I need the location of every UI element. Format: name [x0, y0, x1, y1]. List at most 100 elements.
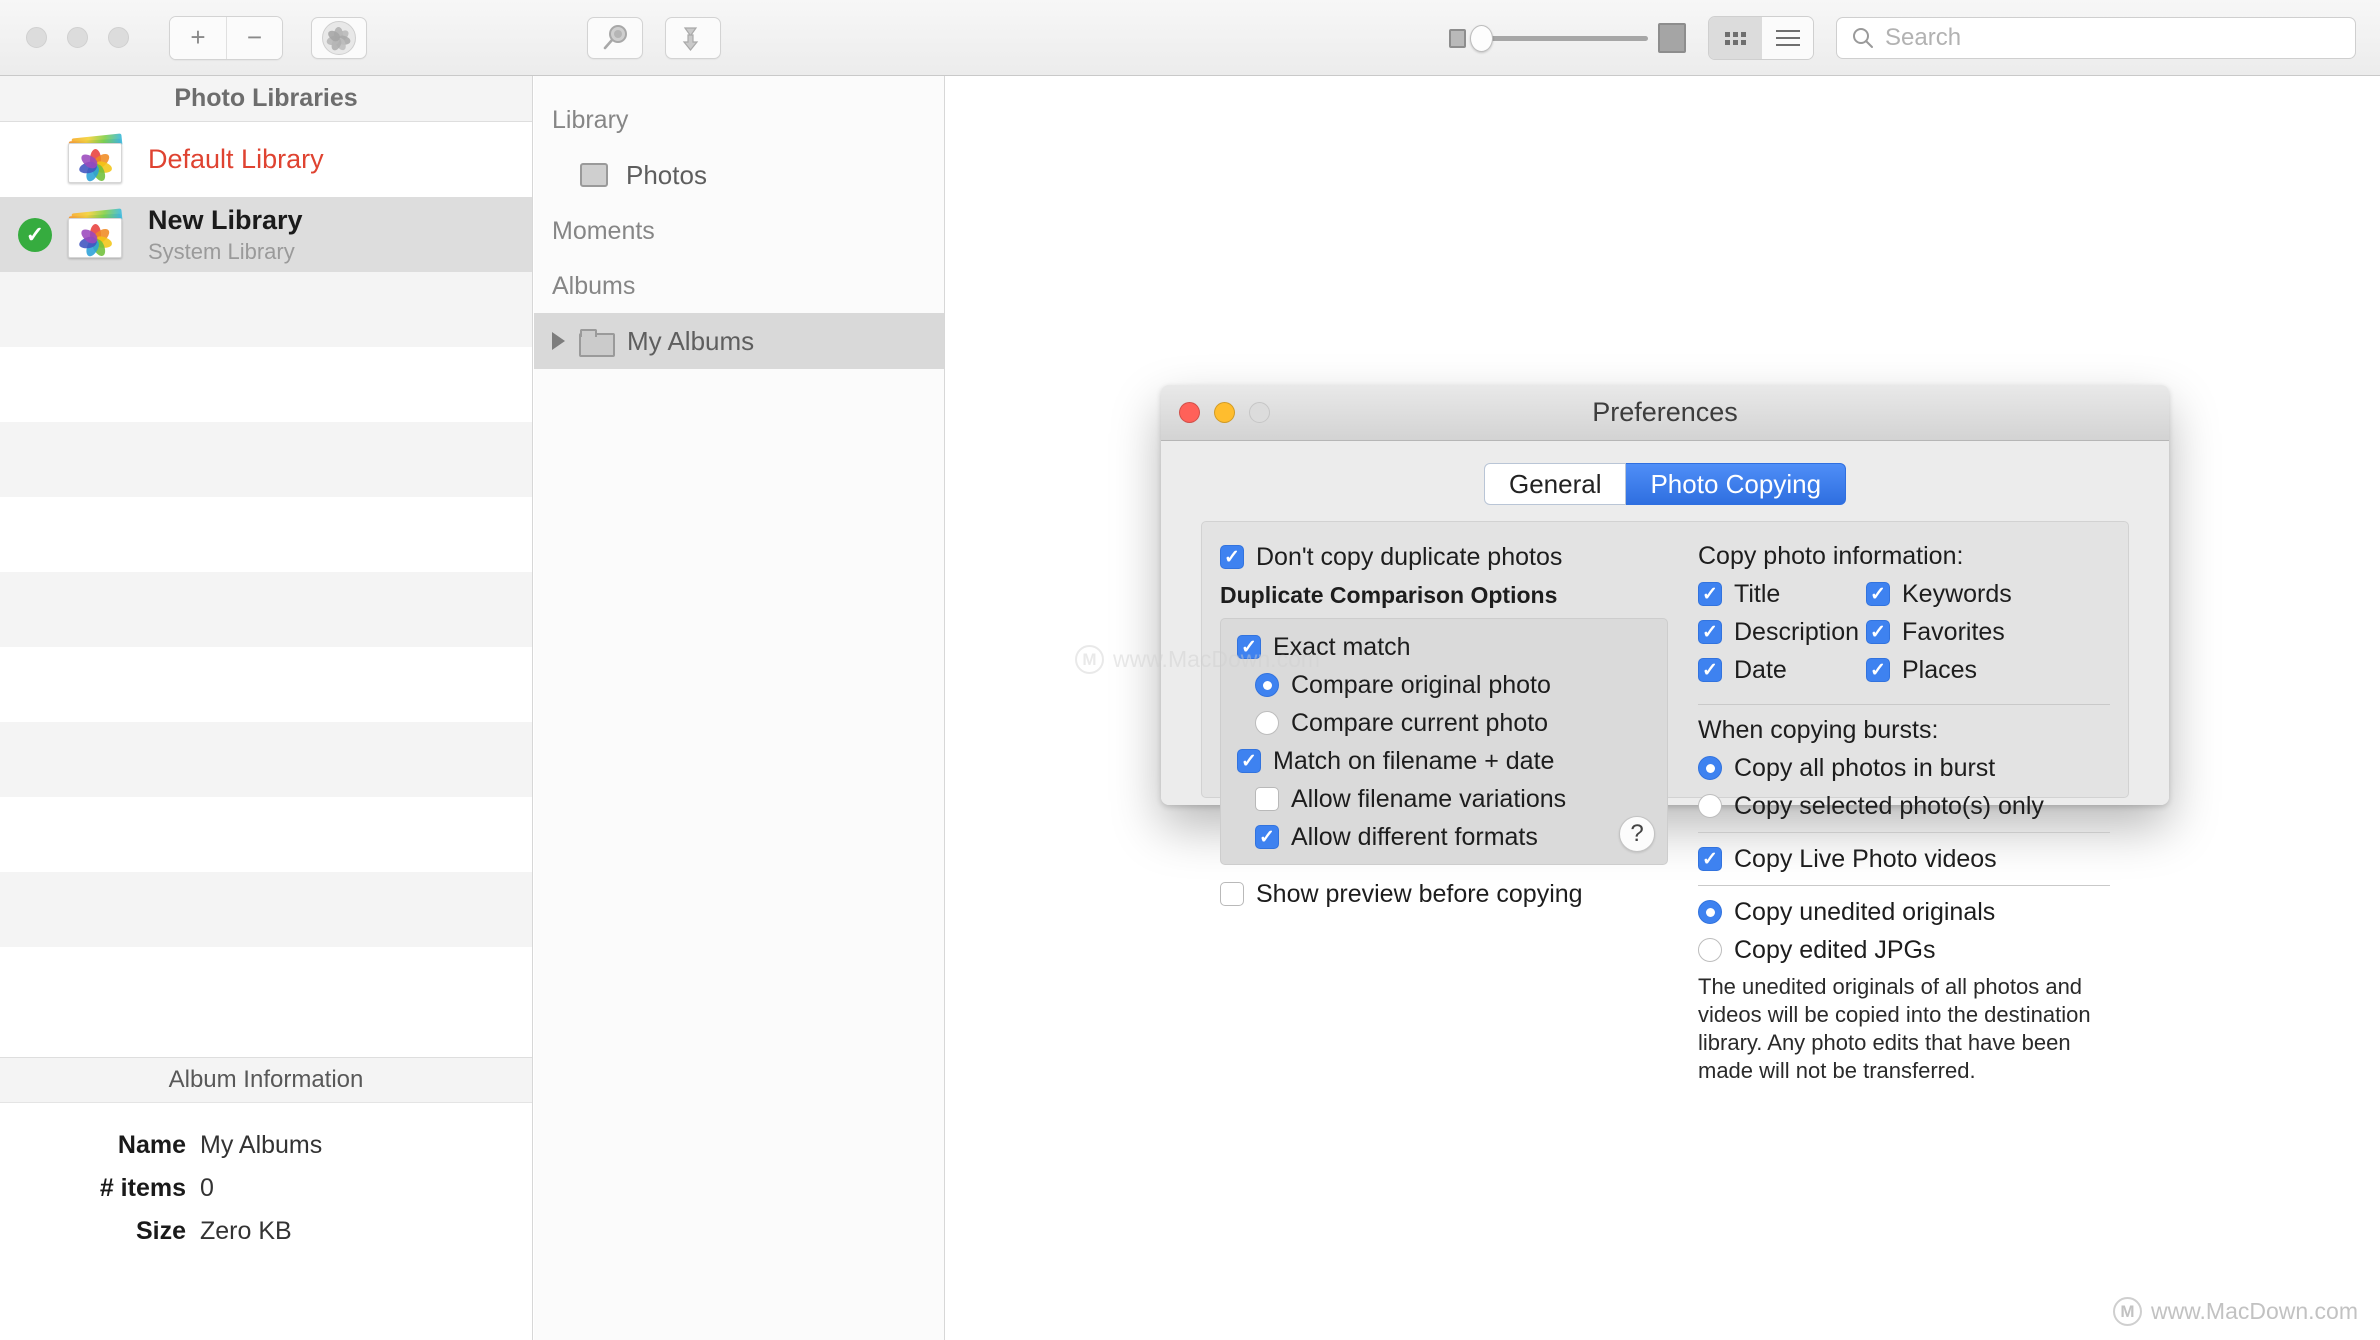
folder-icon [579, 329, 615, 357]
photo-libraries-sidebar: Photo Libraries Default Library ✓ New Li… [0, 76, 533, 1340]
option-match-filename-date[interactable]: ✓ Match on filename + date [1237, 746, 1651, 776]
radio-selected-icon[interactable] [1698, 900, 1722, 924]
option-dont-copy-duplicates[interactable]: ✓ Don't copy duplicate photos [1220, 542, 1668, 572]
library-row-empty [0, 872, 532, 947]
minimize-window-button[interactable] [67, 27, 88, 48]
panel-item-label: My Albums [627, 325, 755, 356]
list-view-button[interactable] [1761, 17, 1813, 59]
library-row-empty [0, 422, 532, 497]
help-button[interactable]: ? [1619, 816, 1655, 852]
library-name: New Library [148, 204, 303, 235]
zoom-window-button[interactable] [108, 27, 129, 48]
panel-item-photos[interactable]: Photos [534, 147, 944, 203]
library-name: Default Library [148, 144, 324, 174]
option-label: Keywords [1902, 580, 2012, 608]
search-field[interactable] [1836, 17, 2356, 59]
checkbox-checked-icon[interactable]: ✓ [1866, 620, 1890, 644]
remove-library-button[interactable]: − [226, 16, 282, 59]
checkbox-checked-icon[interactable]: ✓ [1220, 545, 1244, 569]
photos-library-manager-window: + − Search Photo Libraries Default Libra… [0, 0, 2380, 1340]
divider [1698, 704, 2110, 705]
sidebar-header: Photo Libraries [0, 76, 532, 122]
add-library-button[interactable]: + [170, 16, 226, 59]
download-arrow-icon [682, 26, 699, 51]
toolbar-right-controls [1449, 16, 2356, 60]
library-row-empty [0, 797, 532, 872]
album-info-value: Zero KB [200, 1217, 292, 1245]
option-show-preview[interactable]: Show preview before copying [1220, 879, 1668, 909]
slider-knob[interactable] [1470, 24, 1493, 52]
radio-selected-icon[interactable] [1255, 673, 1279, 697]
search-input[interactable] [1885, 24, 2341, 52]
photos-app-icon-button[interactable] [311, 16, 367, 59]
checkbox-checked-icon[interactable]: ✓ [1237, 749, 1261, 773]
option-compare-current-photo[interactable]: Compare current photo [1255, 708, 1651, 738]
pinwheel-icon [77, 148, 114, 183]
option-allow-different-formats[interactable]: ✓ Allow different formats [1255, 822, 1651, 852]
grid-view-icon [1724, 31, 1746, 45]
thumbnail-size-slider[interactable] [1449, 23, 1686, 53]
merge-libraries-button[interactable] [665, 16, 721, 59]
option-copy-description[interactable]: ✓ Description [1698, 617, 1866, 647]
tab-general[interactable]: General [1483, 463, 1627, 505]
radio-selected-icon[interactable] [1698, 756, 1722, 780]
checkbox-checked-icon[interactable]: ✓ [1237, 635, 1261, 659]
option-copy-unedited-originals[interactable]: Copy unedited originals [1698, 897, 2110, 927]
library-row-empty [0, 722, 532, 797]
option-copy-title[interactable]: ✓ Title [1698, 579, 1866, 609]
option-label: Places [1902, 656, 1978, 684]
checkbox-checked-icon[interactable]: ✓ [1866, 582, 1890, 606]
option-label: Copy unedited originals [1734, 898, 1996, 926]
close-window-button[interactable] [26, 27, 47, 48]
option-copy-date[interactable]: ✓ Date [1698, 655, 1866, 685]
duplicate-settings-column: ✓ Don't copy duplicate photos Duplicate … [1220, 542, 1668, 908]
album-info-row: Size Zero KB [0, 1217, 532, 1246]
option-copy-all-photos-in-burst[interactable]: Copy all photos in burst [1698, 753, 2110, 783]
option-copy-live-photo-videos[interactable]: ✓ Copy Live Photo videos [1698, 844, 2110, 874]
chevron-right-icon[interactable] [552, 332, 565, 350]
panel-item-my-albums[interactable]: My Albums [534, 313, 944, 369]
radio-unselected-icon[interactable] [1698, 794, 1722, 818]
option-allow-filename-variations[interactable]: Allow filename variations [1255, 784, 1651, 814]
option-exact-match[interactable]: ✓ Exact match [1237, 632, 1651, 662]
sidebar-header-label: Photo Libraries [174, 84, 358, 112]
option-label: Description [1734, 618, 1860, 646]
option-copy-favorites[interactable]: ✓ Favorites [1866, 617, 2034, 647]
library-text: New Library System Library [148, 205, 303, 265]
tab-photo-copying[interactable]: Photo Copying [1626, 463, 1847, 505]
when-copying-bursts-title: When copying bursts: [1698, 716, 1939, 744]
option-copy-edited-jpgs[interactable]: Copy edited JPGs [1698, 935, 2110, 965]
radio-unselected-icon[interactable] [1698, 938, 1722, 962]
pinwheel-icon [325, 26, 352, 52]
grid-view-button[interactable] [1709, 17, 1761, 59]
option-label: Match on filename + date [1273, 747, 1555, 775]
option-copy-selected-photos-only[interactable]: Copy selected photo(s) only [1698, 791, 2110, 821]
preferences-tab-bar: General Photo Copying [1201, 463, 2129, 505]
preferences-body: General Photo Copying ✓ Don't copy dupli… [1161, 441, 2169, 1083]
duplicate-comparison-options-box: ✓ Exact match Compare original photo Com… [1220, 618, 1668, 865]
group-label-library: Library [552, 106, 629, 134]
library-row-empty [0, 572, 532, 647]
library-row-default[interactable]: Default Library [0, 122, 532, 197]
main-toolbar: + − [0, 0, 2380, 76]
checkbox-unchecked-icon[interactable] [1255, 787, 1279, 811]
browse-library-button[interactable] [587, 16, 643, 59]
checkbox-checked-icon[interactable]: ✓ [1698, 658, 1722, 682]
album-information-body: Name My Albums # items 0 Size Zero KB [0, 1103, 532, 1340]
checkbox-checked-icon[interactable]: ✓ [1698, 620, 1722, 644]
checkbox-checked-icon[interactable]: ✓ [1866, 658, 1890, 682]
slider-track[interactable] [1470, 24, 1648, 52]
preferences-title: Preferences [1592, 397, 1738, 427]
checkbox-unchecked-icon[interactable] [1220, 882, 1244, 906]
radio-unselected-icon[interactable] [1255, 711, 1279, 735]
checkbox-checked-icon[interactable]: ✓ [1698, 847, 1722, 871]
checkbox-checked-icon[interactable]: ✓ [1698, 582, 1722, 606]
library-row-new[interactable]: ✓ New Library System Library [0, 197, 532, 272]
option-compare-original-photo[interactable]: Compare original photo [1255, 670, 1651, 700]
option-label: Copy Live Photo videos [1734, 845, 1997, 873]
divider [1698, 832, 2110, 833]
large-photo-icon [1658, 23, 1686, 53]
option-copy-places[interactable]: ✓ Places [1866, 655, 2034, 685]
option-copy-keywords[interactable]: ✓ Keywords [1866, 579, 2034, 609]
checkbox-checked-icon[interactable]: ✓ [1255, 825, 1279, 849]
